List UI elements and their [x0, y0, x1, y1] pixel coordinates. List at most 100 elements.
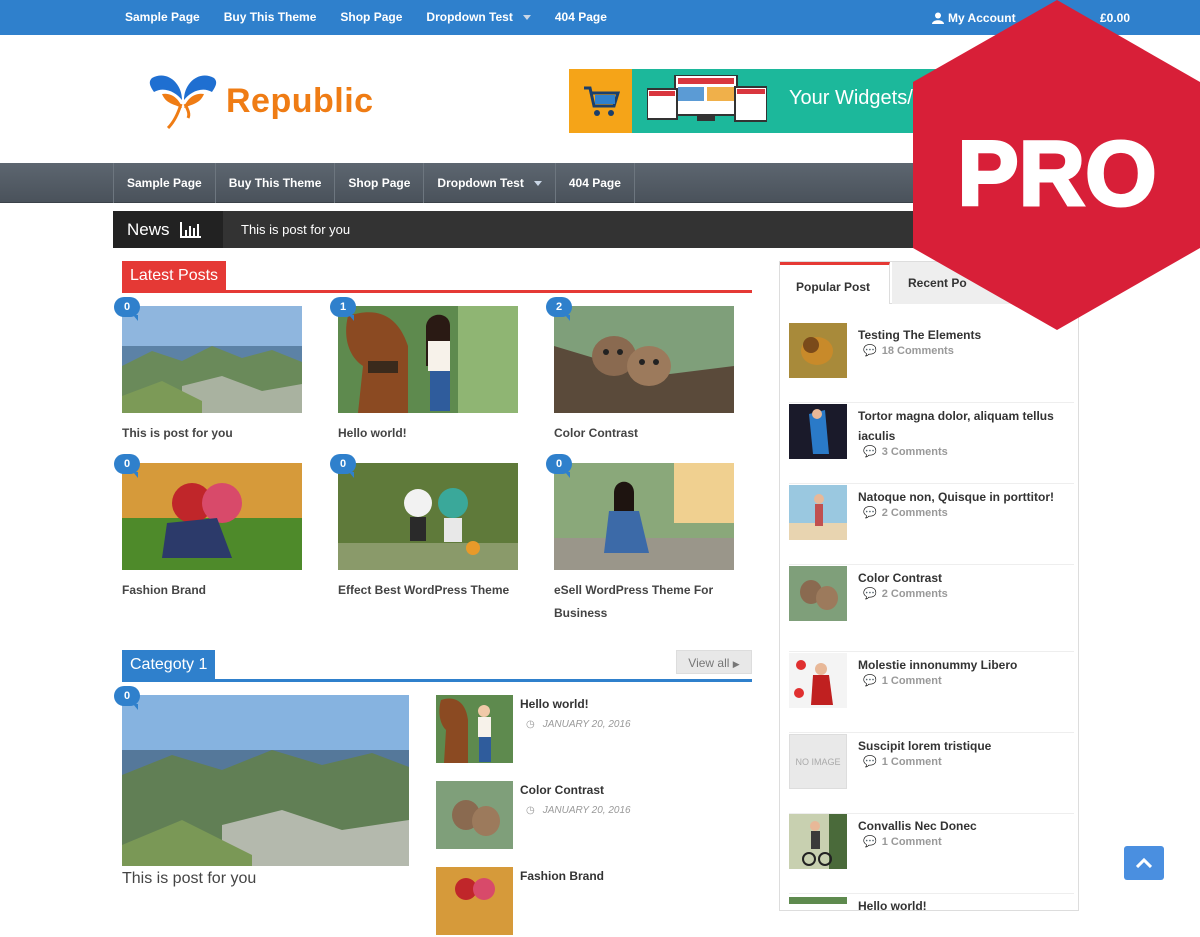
sidebar-thumbnail[interactable] — [789, 566, 847, 621]
sidebar-thumbnail[interactable] — [789, 894, 847, 904]
featured-post-title[interactable]: This is post for you — [122, 870, 256, 888]
comments-icon: 💬 — [863, 345, 877, 357]
scroll-to-top-button[interactable] — [1124, 846, 1164, 880]
top-nav-sample-page[interactable]: Sample Page — [113, 0, 212, 35]
main-nav-list: Sample Page Buy This Theme Shop Page Dro… — [113, 163, 635, 203]
anime-couple-image — [122, 463, 302, 570]
girl-with-horse-image — [436, 695, 513, 763]
kittens-on-tree-image — [789, 566, 847, 621]
comment-count-label: 1 Comment — [881, 674, 942, 687]
featured-post-thumbnail[interactable] — [122, 695, 409, 866]
post-title[interactable]: Effect Best WordPress Theme — [338, 579, 518, 602]
main-nav-dropdown-test[interactable]: Dropdown Test — [424, 163, 556, 203]
category-list-item[interactable]: Hello world! ◷ JANUARY 20, 2016 — [436, 695, 756, 765]
comment-count-badge: 0 — [330, 454, 356, 478]
beach-girl-image — [789, 485, 847, 540]
post-card[interactable]: Color Contrast — [554, 306, 734, 445]
comment-count-label: 2 Comments — [881, 506, 948, 519]
sidebar-post-item[interactable]: Hello world! — [789, 894, 1074, 914]
post-title[interactable]: Color Contrast — [554, 422, 734, 445]
sidebar-post-item[interactable]: Molestie innonummy Libero 💬 1 Comment — [789, 653, 1074, 733]
category-list-item[interactable]: Color Contrast ◷ JANUARY 20, 2016 — [436, 781, 756, 851]
comment-count-badge: 0 — [546, 454, 572, 478]
sidebar-post-title[interactable]: Hello world! — [858, 896, 1068, 916]
view-all-button[interactable]: View all ▶ — [676, 650, 752, 674]
clock-icon: ◷ — [526, 805, 535, 816]
list-item-title[interactable]: Fashion Brand — [520, 869, 604, 883]
post-title[interactable]: Fashion Brand — [122, 579, 302, 602]
comment-count-badge: 0 — [114, 454, 140, 478]
sidebar-post-item[interactable]: Natoque non, Quisque in porttitor! 💬 2 C… — [789, 485, 1074, 565]
post-title[interactable]: Hello world! — [338, 422, 518, 445]
main-nav-buy-theme[interactable]: Buy This Theme — [216, 163, 336, 203]
caret-down-icon — [533, 180, 542, 186]
site-logo[interactable]: Republic — [148, 70, 374, 132]
post-thumbnail-anime-couple[interactable] — [122, 463, 302, 570]
mountain-lake-image — [122, 306, 302, 413]
sidebar-comment-count: 💬 18 Comments — [863, 344, 954, 358]
header-banner[interactable]: Your Widgets/ — [569, 69, 969, 133]
top-nav-shop-page[interactable]: Shop Page — [328, 0, 414, 35]
post-thumbnail-figurines[interactable] — [338, 463, 518, 570]
sidebar-post-item[interactable]: Convallis Nec Donec 💬 1 Comment — [789, 814, 1074, 894]
sidebar-post-title[interactable]: Convallis Nec Donec — [858, 816, 1068, 836]
sidebar-post-title[interactable]: Suscipit lorem tristique — [858, 736, 1068, 756]
latest-posts-title: Latest Posts — [122, 261, 227, 291]
dancer-image — [789, 404, 847, 459]
sidebar-thumbnail[interactable] — [789, 323, 847, 378]
banner-text: Your Widgets/ — [789, 87, 913, 109]
list-thumbnail[interactable] — [436, 695, 513, 763]
comments-icon: 💬 — [863, 675, 877, 687]
post-card[interactable]: This is post for you — [122, 306, 302, 445]
sidebar-thumbnail[interactable] — [789, 653, 847, 708]
list-item-title[interactable]: Hello world! — [520, 697, 589, 711]
top-nav-buy-theme[interactable]: Buy This Theme — [212, 0, 329, 35]
comment-count-badge: 0 — [114, 686, 140, 710]
main-nav-sample-page[interactable]: Sample Page — [114, 163, 216, 203]
post-thumbnail-girl-on-steps[interactable] — [554, 463, 734, 570]
post-title[interactable]: This is post for you — [122, 422, 302, 445]
sidebar-post-title[interactable]: Tortor magna dolor, aliquam tellus iacul… — [858, 406, 1068, 446]
post-card[interactable]: Fashion Brand — [122, 463, 302, 602]
cyclist-image — [789, 814, 847, 869]
news-label: News — [127, 220, 170, 239]
sidebar-post-item[interactable]: NO IMAGE Suscipit lorem tristique 💬 1 Co… — [789, 734, 1074, 814]
post-title[interactable]: eSell WordPress Theme For Business — [554, 579, 734, 625]
main-nav-shop-page[interactable]: Shop Page — [335, 163, 425, 203]
top-nav-dropdown-label: Dropdown Test — [426, 10, 513, 24]
sidebar-post-title[interactable]: Color Contrast — [858, 568, 1068, 588]
girl-with-horse-image — [789, 897, 847, 904]
tab-popular-post[interactable]: Popular Post — [780, 262, 890, 304]
post-thumbnail-girl-with-horse[interactable] — [338, 306, 518, 413]
post-card[interactable]: Hello world! — [338, 306, 518, 445]
sidebar-post-item[interactable]: Color Contrast 💬 2 Comments — [789, 566, 1074, 652]
post-card[interactable]: Effect Best WordPress Theme — [338, 463, 518, 602]
post-card[interactable]: eSell WordPress Theme For Business — [554, 463, 734, 625]
sidebar-post-item[interactable]: Tortor magna dolor, aliquam tellus iacul… — [789, 404, 1074, 484]
list-thumbnail[interactable] — [436, 781, 513, 849]
sidebar-thumbnail[interactable] — [789, 404, 847, 459]
top-nav-404-page[interactable]: 404 Page — [543, 0, 619, 35]
list-thumbnail[interactable] — [436, 867, 513, 935]
sidebar-widget: Popular Post Recent Po Testing The Eleme… — [779, 261, 1079, 914]
sidebar-post-title[interactable]: Molestie innonummy Libero — [858, 655, 1068, 675]
post-thumbnail-mountain-lake[interactable] — [122, 306, 302, 413]
comment-count-label: 1 Comment — [881, 835, 942, 848]
sidebar-thumbnail[interactable] — [789, 814, 847, 869]
comments-icon: 💬 — [863, 446, 877, 458]
list-item-title[interactable]: Color Contrast — [520, 783, 604, 797]
main-nav-dropdown-label: Dropdown Test — [437, 176, 524, 190]
top-nav-dropdown-test[interactable]: Dropdown Test — [414, 0, 542, 35]
news-ticker-text[interactable]: This is post for you — [241, 211, 350, 248]
sidebar-thumbnail[interactable] — [789, 485, 847, 540]
main-nav-404-page[interactable]: 404 Page — [556, 163, 635, 203]
pro-badge: PRO — [913, 0, 1200, 330]
sidebar-thumbnail[interactable]: NO IMAGE — [789, 734, 847, 789]
category-list-item[interactable]: Fashion Brand — [436, 867, 756, 937]
post-thumbnail-kittens[interactable] — [554, 306, 734, 413]
clock-icon: ◷ — [526, 719, 535, 730]
sidebar-post-item[interactable]: Testing The Elements 💬 18 Comments — [789, 323, 1074, 403]
sidebar-post-title[interactable]: Natoque non, Quisque in porttitor! — [858, 487, 1068, 507]
banner-cart-box — [569, 69, 632, 133]
category-title: Categoty 1 — [122, 650, 216, 680]
